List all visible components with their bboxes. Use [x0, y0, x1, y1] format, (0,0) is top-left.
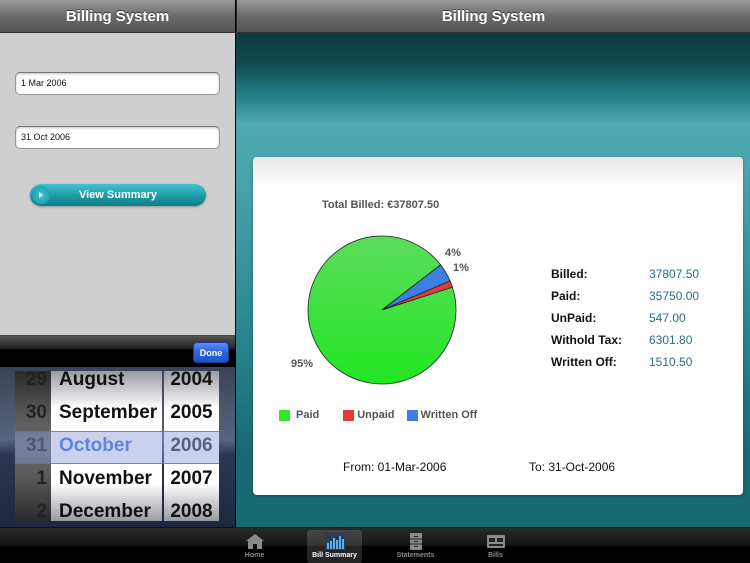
pie-label-written-off: 4% — [445, 247, 461, 259]
picker-year[interactable]: 2004 — [164, 371, 219, 396]
to-date-field[interactable]: 31 Oct 2006 — [15, 126, 220, 149]
right-navbar-title: Billing System — [236, 0, 750, 33]
stat-row-billed: Billed: 37807.50 — [551, 263, 699, 285]
left-panel: Billing System 1 Mar 2006 31 Oct 2006 Vi… — [0, 0, 235, 527]
tab-label: Bills — [488, 552, 503, 559]
left-navbar-title: Billing System — [0, 0, 235, 33]
picker-day[interactable]: 1 — [15, 462, 51, 495]
stat-value: 35750.00 — [649, 289, 700, 303]
picker-month[interactable]: August — [51, 371, 162, 396]
filing-cabinet-icon — [409, 533, 422, 550]
picker-month[interactable]: November — [51, 462, 162, 495]
play-arrow-icon — [32, 186, 50, 204]
view-summary-button[interactable]: View Summary — [30, 184, 206, 206]
bills-icon — [486, 535, 505, 548]
tab-bar: Home Bill Summary Statements Bills — [0, 527, 750, 563]
from-range-text: From: 01-Mar-2006 — [343, 460, 447, 474]
right-panel: Billing System Total Billed: €37807.50 9… — [236, 0, 750, 527]
tab-bill-summary[interactable]: Bill Summary — [307, 530, 362, 563]
home-icon — [245, 534, 264, 549]
picker-year[interactable]: 2008 — [164, 495, 219, 521]
bar-chart-icon — [324, 533, 345, 550]
stat-label: Paid: — [551, 289, 581, 303]
summary-card: Total Billed: €37807.50 95% 1% 4% Paid Unp… — [253, 157, 743, 495]
picker-day[interactable]: 2 — [15, 495, 51, 521]
stat-label: Written Off: — [551, 355, 617, 369]
stat-label: Withold Tax: — [551, 333, 622, 347]
from-date-field[interactable]: 1 Mar 2006 — [15, 72, 220, 95]
stat-value: 6301.80 — [649, 333, 693, 347]
legend-item-written-off: Written Off — [406, 409, 478, 421]
picker-month[interactable]: December — [51, 495, 162, 521]
view-summary-label: View Summary — [78, 189, 158, 201]
legend-swatch-written-off — [406, 409, 418, 421]
stat-label: Billed: — [551, 267, 588, 281]
chart-legend: Paid Unpaid Written Off — [279, 409, 491, 421]
pie-label-unpaid: 1% — [453, 262, 469, 274]
tab-label: Home — [244, 552, 265, 559]
picker-day[interactable]: 29 — [15, 371, 51, 396]
stat-value: 1510.50 — [649, 355, 693, 369]
teal-backdrop: Total Billed: €37807.50 95% 1% 4% Paid Unp… — [236, 33, 750, 527]
picker-day[interactable]: 30 — [15, 396, 51, 429]
stat-value: 37807.50 — [649, 267, 700, 281]
stat-row-written-off: Written Off: 1510.50 — [551, 351, 699, 373]
date-picker[interactable]: 29 30 31 1 2 August September October No… — [0, 367, 235, 527]
picker-year[interactable]: 2007 — [164, 462, 219, 495]
tab-statements[interactable]: Statements — [388, 530, 443, 563]
picker-toolbar: Done — [0, 335, 235, 367]
picker-month[interactable]: September — [51, 396, 162, 429]
legend-item-unpaid: Unpaid — [343, 409, 395, 421]
legend-item-paid: Paid — [279, 409, 329, 421]
picker-year[interactable]: 2005 — [164, 396, 219, 429]
legend-label: Paid — [296, 409, 320, 421]
stat-label: UnPaid: — [551, 311, 597, 325]
stat-row-unpaid: UnPaid: 547.00 — [551, 307, 699, 329]
stat-row-withold-tax: Withold Tax: 6301.80 — [551, 329, 699, 351]
tab-label: Bill Summary — [312, 552, 357, 559]
legend-label: Written Off — [420, 409, 478, 421]
stat-row-paid: Paid: 35750.00 — [551, 285, 699, 307]
tab-label: Statements — [396, 552, 435, 559]
tab-bills[interactable]: Bills — [468, 530, 523, 563]
stats-table: Billed: 37807.50 Paid: 35750.00 UnPaid: … — [551, 263, 699, 373]
legend-swatch-unpaid — [343, 409, 355, 421]
done-button[interactable]: Done — [193, 342, 229, 363]
picker-selection-indicator — [15, 431, 219, 464]
legend-swatch-paid — [279, 409, 290, 421]
legend-label: Unpaid — [357, 409, 395, 421]
to-range-text: To: 31-Oct-2006 — [529, 460, 616, 474]
pie-label-paid: 95% — [291, 358, 313, 370]
stat-value: 547.00 — [649, 311, 686, 325]
tab-home[interactable]: Home — [227, 530, 282, 563]
